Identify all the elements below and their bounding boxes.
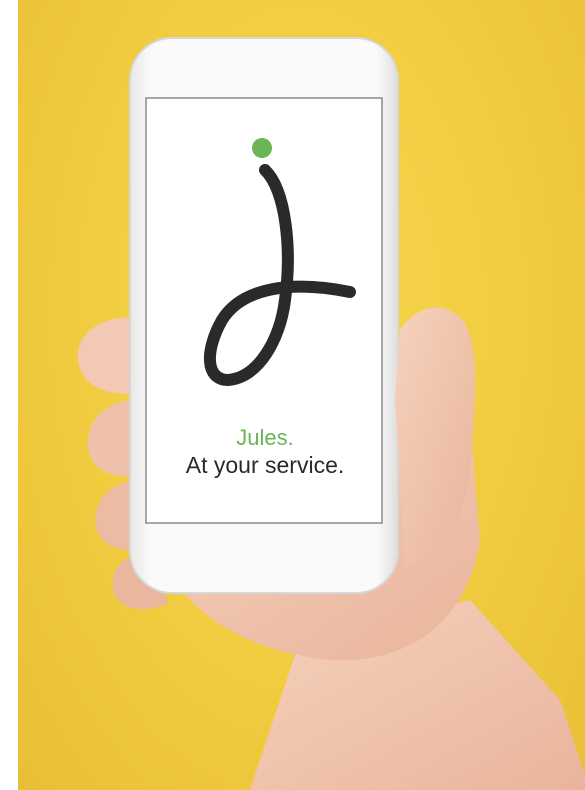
promo-image: Jules. At your service. (0, 0, 585, 790)
app-name-text: Jules. (236, 425, 294, 450)
tagline-text: At your service. (185, 452, 345, 478)
hand-holding-phone-illustration (77, 37, 585, 790)
green-dot-icon (252, 138, 272, 158)
